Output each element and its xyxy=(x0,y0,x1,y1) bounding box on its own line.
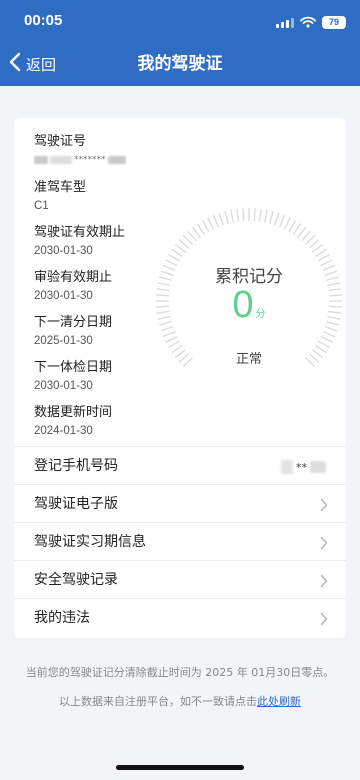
score-value-wrap: 0分 xyxy=(154,284,344,327)
gauge-tick xyxy=(201,220,210,233)
status-time: 00:05 xyxy=(24,12,63,29)
data-source-text: 以上数据来自注册平台，如不一致请点击 xyxy=(59,695,257,708)
gauge-tick xyxy=(207,217,215,230)
gauge-tick xyxy=(160,326,174,332)
gauge-tick xyxy=(168,340,181,349)
gauge-tick xyxy=(253,208,256,222)
score-status: 正常 xyxy=(235,352,262,367)
gauge-tick xyxy=(236,208,240,222)
home-indicator xyxy=(116,765,244,770)
menu-item-electronic-license[interactable]: 驾驶证电子版 xyxy=(14,484,346,522)
chevron-left-icon xyxy=(8,52,22,76)
signal-icon xyxy=(276,17,294,28)
menu-item-label: 驾驶证实习期信息 xyxy=(34,534,146,550)
blurred-text xyxy=(50,156,72,164)
gauge-tick xyxy=(301,230,311,242)
gauge-tick xyxy=(218,212,224,226)
chevron-right-icon xyxy=(320,573,328,592)
gauge-tick xyxy=(174,243,186,253)
chevron-right-icon xyxy=(320,497,328,516)
gauge-tick xyxy=(196,223,206,235)
gauge-tick xyxy=(171,248,183,258)
chevron-right-icon xyxy=(320,611,328,630)
back-label: 返回 xyxy=(26,55,57,74)
gauge-tick xyxy=(187,230,197,242)
chevron-right-icon xyxy=(320,535,328,554)
gauge-tick xyxy=(278,214,286,228)
status-icons: 79 xyxy=(276,13,346,32)
menu-item-my-violations[interactable]: 我的违法 xyxy=(14,598,346,636)
menu-item-label: 登记手机号码 xyxy=(34,458,118,474)
gauge-tick xyxy=(315,248,327,258)
phone-number-masked: ** xyxy=(281,460,326,474)
menu-item-phone-number[interactable]: 登记手机号码 ** xyxy=(14,446,346,484)
gauge-tick xyxy=(162,330,176,338)
data-source-note: 以上数据来自注册平台，如不一致请点击此处刷新 xyxy=(0,693,360,709)
gauge-tick xyxy=(312,243,324,253)
gauge-tick xyxy=(320,335,333,343)
gauge-tick xyxy=(263,209,268,223)
score-unit: 分 xyxy=(255,309,266,320)
gauge-tick xyxy=(283,217,291,230)
gauge-tick xyxy=(324,326,338,332)
menu-item-label: 驾驶证电子版 xyxy=(34,496,118,512)
gauge-tick xyxy=(258,208,262,222)
menu-item-label: 我的违法 xyxy=(34,610,90,626)
refresh-link[interactable]: 此处刷新 xyxy=(257,695,301,708)
menu-item-label: 安全驾驶记录 xyxy=(34,572,118,588)
status-bar: 00:05 79 xyxy=(0,0,360,42)
menu-item-probation-info[interactable]: 驾驶证实习期信息 xyxy=(14,522,346,560)
nav-bar: 我的驾驶证 返回 xyxy=(0,42,360,86)
gauge-tick xyxy=(168,253,181,262)
gauge-tick xyxy=(308,239,320,249)
info-label: 数据更新时间 xyxy=(34,405,113,420)
gauge-tick xyxy=(212,214,220,228)
battery-icon: 79 xyxy=(322,16,346,29)
gauge-tick xyxy=(292,223,302,235)
score-value: 0 xyxy=(232,284,254,326)
gauge-tick xyxy=(305,234,316,245)
gauge-tick xyxy=(242,208,245,222)
gauge-tick xyxy=(288,220,297,233)
license-card: 驾驶证号 ******* 准驾车型 C1 驾驶证有效期止 2030-01-30 … xyxy=(14,118,346,638)
blurred-text xyxy=(310,461,326,473)
blurred-text xyxy=(34,156,48,164)
gauge-tick xyxy=(230,209,235,223)
gauge-tick xyxy=(178,239,190,249)
score-gauge: 累积记分 0分 正常 xyxy=(154,206,344,396)
score-clear-note: 当前您的驾驶证记分清除截止时间为 2025 年 01月30日零点。 xyxy=(25,666,335,679)
gauge-tick xyxy=(317,340,330,349)
menu-item-safe-driving-record[interactable]: 安全驾驶记录 xyxy=(14,560,346,598)
back-button[interactable]: 返回 xyxy=(8,42,56,86)
info-item-data-update-time: 数据更新时间 2024-01-30 xyxy=(34,401,194,437)
wifi-icon xyxy=(300,13,316,32)
menu-item-value: ** xyxy=(296,460,307,474)
gauge-tick xyxy=(224,210,229,224)
gauge-tick xyxy=(274,212,280,226)
info-value: ******* xyxy=(74,155,106,165)
gauge-tick xyxy=(317,253,330,262)
gauge-tick xyxy=(322,330,336,338)
blurred-text xyxy=(107,156,126,164)
blurred-text xyxy=(281,460,293,474)
gauge-tick xyxy=(269,210,274,224)
license-number-masked: ******* xyxy=(34,154,194,166)
info-value: 2024-01-30 xyxy=(34,425,93,437)
gauge-tick xyxy=(191,226,201,238)
info-label: 驾驶证号 xyxy=(34,134,87,149)
gauge-tick xyxy=(182,234,193,245)
info-item-license-number: 驾驶证号 ******* xyxy=(34,130,194,166)
info-label: 准驾车型 xyxy=(34,180,87,195)
gauge-tick xyxy=(297,226,307,238)
gauge-tick xyxy=(165,335,178,343)
